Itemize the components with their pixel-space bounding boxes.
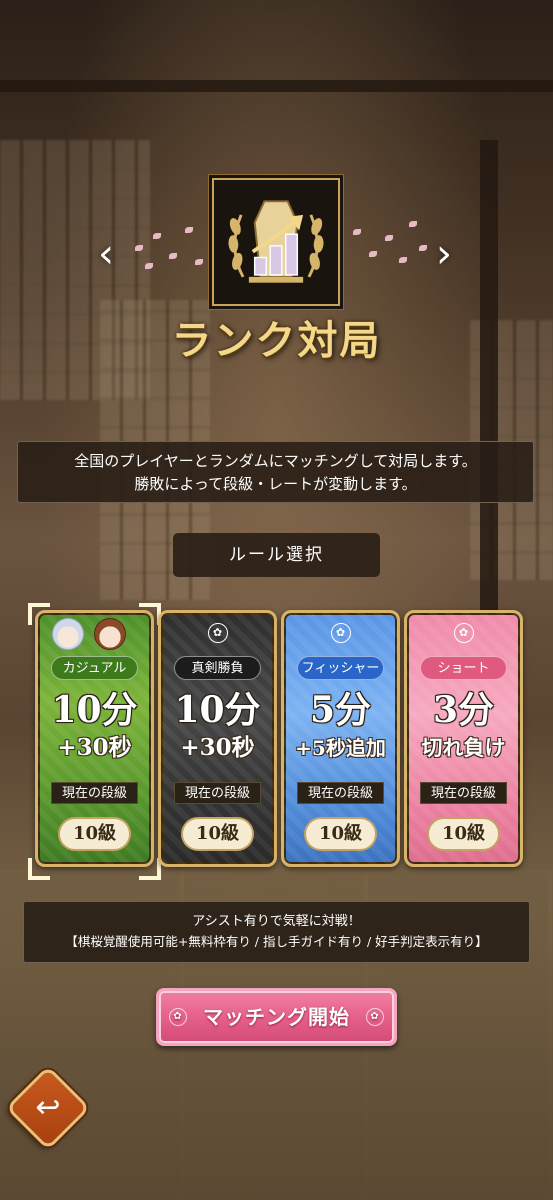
crest-icon: ✿ [366, 1008, 384, 1026]
mode-title: ランク対局 [171, 317, 382, 364]
selection-corner-icon [28, 603, 50, 625]
prev-mode-arrow-icon[interactable]: ‹ [92, 234, 120, 274]
rule-name-pill: カジュアル [51, 656, 138, 680]
crest-icon: ✿ [207, 623, 228, 643]
character-avatar-icon [94, 618, 126, 650]
current-rank-value: 10級 [427, 817, 500, 851]
description-line-1: 全国のプレイヤーとランダムにマッチングして対局します。 [74, 452, 477, 470]
background-beam [0, 80, 553, 92]
crest-icon: ✿ [453, 623, 474, 643]
rule-name-pill: ショート [420, 656, 507, 680]
rule-name-pill: 真剣勝負 [174, 656, 261, 680]
selection-corner-icon [28, 858, 50, 880]
description-line-2: 勝敗によって段級・レートが変動します。 [134, 475, 417, 493]
sakura-petals-right [345, 215, 435, 275]
character-avatar-icon [52, 618, 84, 650]
selection-corner-icon [139, 858, 161, 880]
current-rank-label: 現在の段級 [420, 782, 507, 804]
rule-card-short[interactable]: ✿ ショート 3分 切れ負け 現在の段級 10級 [404, 610, 523, 867]
current-rank-label: 現在の段級 [51, 782, 138, 804]
rule-card-casual[interactable]: カジュアル 10分 +30秒 現在の段級 10級 [35, 610, 154, 867]
time-limit: 3分 [432, 689, 495, 731]
back-arrow-icon[interactable]: ↩ [18, 1078, 78, 1138]
time-increment: +30秒 [180, 734, 255, 761]
time-increment: +5秒追加 [295, 736, 386, 760]
current-rank-value: 10級 [58, 817, 131, 851]
mode-description: 全国のプレイヤーとランダムにマッチングして対局します。 勝敗によって段級・レート… [17, 441, 534, 503]
assist-line-2: 【棋桜覚醒使用可能+無料枠有り / 指し手ガイド有り / 好手判定表示有り】 [65, 934, 488, 949]
start-matching-label: マッチング開始 [203, 1005, 350, 1029]
rule-card-serious[interactable]: ✿ 真剣勝負 10分 +30秒 現在の段級 10級 [158, 610, 277, 867]
rule-name-pill: フィッシャー [297, 656, 384, 680]
time-increment: 切れ負け [421, 735, 506, 760]
time-increment: +30秒 [57, 734, 132, 761]
assist-info: アシスト有りで気軽に対戦！ 【棋桜覚醒使用可能+無料枠有り / 指し手ガイド有り… [23, 901, 530, 963]
time-limit: 5分 [309, 689, 372, 731]
current-rank-value: 10級 [304, 817, 377, 851]
current-rank-label: 現在の段級 [297, 782, 384, 804]
time-limit: 10分 [51, 689, 138, 731]
time-limit: 10分 [174, 689, 261, 731]
current-rank-value: 10級 [181, 817, 254, 851]
current-rank-label: 現在の段級 [174, 782, 261, 804]
sakura-petals-left [125, 215, 215, 275]
crest-icon: ✿ [330, 623, 351, 643]
rank-emblem-icon [212, 178, 340, 306]
start-matching-button[interactable]: ✿ マッチング開始 ✿ [156, 988, 397, 1046]
crest-icon: ✿ [169, 1008, 187, 1026]
rule-card-fischer[interactable]: ✿ フィッシャー 5分 +5秒追加 現在の段級 10級 [281, 610, 400, 867]
background-pillar [480, 140, 498, 620]
rule-select-label: ルール選択 [173, 533, 380, 577]
assist-line-1: アシスト有りで気軽に対戦！ [192, 914, 361, 929]
